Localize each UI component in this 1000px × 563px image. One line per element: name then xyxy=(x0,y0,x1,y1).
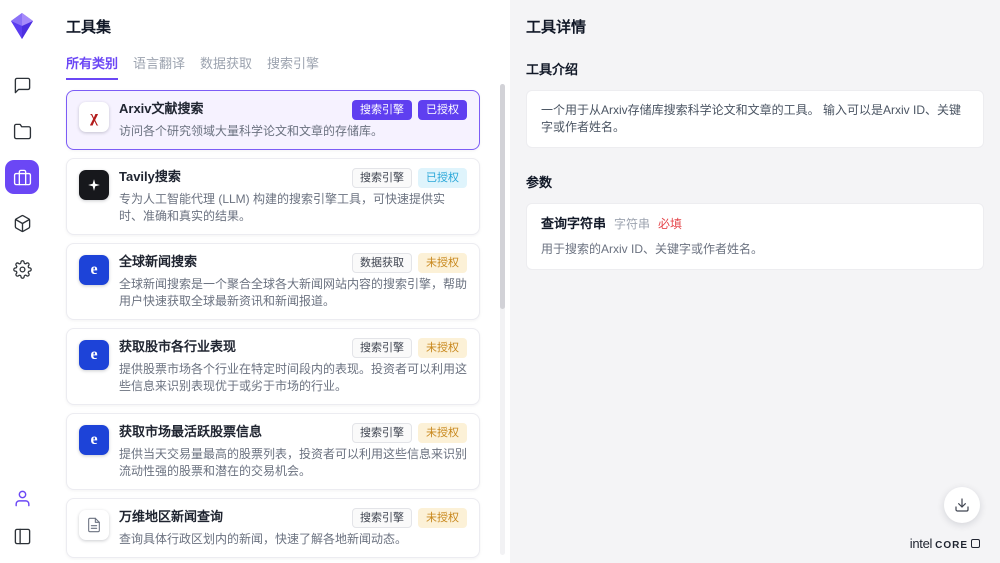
tool-title: Arxiv文献搜索 xyxy=(119,100,352,118)
auth-badge: 已授权 xyxy=(418,100,467,120)
tool-list-panel: 工具集 所有类别 语言翻译 数据获取 搜索引擎 χ Arxiv文献搜索 搜索引擎… xyxy=(44,0,510,563)
scrollbar-thumb[interactable] xyxy=(500,84,505,309)
app-window: 工具集 所有类别 语言翻译 数据获取 搜索引擎 χ Arxiv文献搜索 搜索引擎… xyxy=(0,0,1000,563)
category-badge: 搜索引擎 xyxy=(352,423,412,443)
tool-title: 全球新闻搜索 xyxy=(119,253,352,271)
param-name: 查询字符串 xyxy=(541,215,606,232)
tool-desc: 查询具体行政区划内的新闻，快速了解各地新闻动态。 xyxy=(119,531,467,548)
category-badge: 搜索引擎 xyxy=(352,168,412,188)
tool-card-regional-news[interactable]: 万维地区新闻查询 搜索引擎 未授权 查询具体行政区划内的新闻，快速了解各地新闻动… xyxy=(66,498,480,558)
category-badge: 数据获取 xyxy=(352,253,412,273)
tab-language-translation[interactable]: 语言翻译 xyxy=(133,53,185,80)
auth-badge: 未授权 xyxy=(418,423,467,443)
intro-text: 一个用于从Arxiv存储库搜索科学论文和文章的工具。 输入可以是Arxiv ID… xyxy=(541,103,961,134)
category-tabs: 所有类别 语言翻译 数据获取 搜索引擎 xyxy=(66,53,480,80)
tool-title: 获取市场最活跃股票信息 xyxy=(119,423,352,441)
auth-badge: 未授权 xyxy=(418,338,467,358)
tab-search-engine[interactable]: 搜索引擎 xyxy=(267,53,319,80)
tool-desc: 专为人工智能代理 (LLM) 构建的搜索引擎工具，可快速提供实时、准确和真实的结… xyxy=(119,191,467,225)
box-icon[interactable] xyxy=(5,206,39,240)
briefcase-icon[interactable] xyxy=(5,160,39,194)
auth-badge: 未授权 xyxy=(418,253,467,273)
auth-badge: 已授权 xyxy=(418,168,467,188)
category-badge: 搜索引擎 xyxy=(352,508,412,528)
tool-desc: 提供股票市场各个行业在特定时间段内的表现。投资者可以利用这些信息来识别表现优于或… xyxy=(119,361,467,395)
sparkle-icon xyxy=(79,170,109,200)
intro-card: 一个用于从Arxiv存储库搜索科学论文和文章的工具。 输入可以是Arxiv ID… xyxy=(526,90,984,148)
tool-title: 万维地区新闻查询 xyxy=(119,508,352,526)
stocks-app-icon: e xyxy=(79,425,109,455)
arxiv-icon: χ xyxy=(79,102,109,132)
download-icon xyxy=(954,497,970,513)
rail-bottom xyxy=(5,481,39,553)
param-required-badge: 必填 xyxy=(658,216,682,233)
user-icon[interactable] xyxy=(5,481,39,515)
document-icon xyxy=(79,510,109,540)
download-button[interactable] xyxy=(944,487,980,523)
app-logo-icon xyxy=(10,12,34,40)
app-rail xyxy=(0,0,44,563)
category-badge: 搜索引擎 xyxy=(352,338,412,358)
tool-card-tavily[interactable]: Tavily搜索 搜索引擎 已授权 专为人工智能代理 (LLM) 构建的搜索引擎… xyxy=(66,158,480,235)
chat-icon[interactable] xyxy=(5,68,39,102)
core-logo-text: CORE xyxy=(935,540,968,551)
category-badge: 搜索引擎 xyxy=(352,100,412,120)
tab-data-fetch[interactable]: 数据获取 xyxy=(200,53,252,80)
page-title: 工具集 xyxy=(66,16,480,37)
auth-badge: 未授权 xyxy=(418,508,467,528)
folder-icon[interactable] xyxy=(5,114,39,148)
tool-title: Tavily搜索 xyxy=(119,168,352,186)
intro-heading: 工具介绍 xyxy=(526,59,984,78)
params-heading: 参数 xyxy=(526,172,984,191)
intel-core-logo: intel CORE xyxy=(910,536,980,551)
tool-title: 获取股市各行业表现 xyxy=(119,338,352,356)
param-desc: 用于搜索的Arxiv ID、关键字或作者姓名。 xyxy=(541,241,969,258)
rail-nav xyxy=(5,68,39,286)
settings-icon[interactable] xyxy=(5,252,39,286)
detail-title: 工具详情 xyxy=(526,16,984,37)
core-badge-mark xyxy=(971,539,980,548)
list-scrollbar xyxy=(500,84,505,555)
tool-card-active-stocks[interactable]: e 获取市场最活跃股票信息 搜索引擎 未授权 提供当天交易量最高的股票列表，投资… xyxy=(66,413,480,490)
tool-desc: 全球新闻搜索是一个聚合全球各大新闻网站内容的搜索引擎，帮助用户快速获取全球最新资… xyxy=(119,276,467,310)
tool-card-global-news[interactable]: e 全球新闻搜索 数据获取 未授权 全球新闻搜索是一个聚合全球各大新闻网站内容的… xyxy=(66,243,480,320)
param-type: 字符串 xyxy=(614,216,650,233)
tool-detail-panel: 工具详情 工具介绍 一个用于从Arxiv存储库搜索科学论文和文章的工具。 输入可… xyxy=(510,0,1000,563)
param-card: 查询字符串 字符串 必填 用于搜索的Arxiv ID、关键字或作者姓名。 xyxy=(526,203,984,270)
tool-desc: 提供当天交易量最高的股票列表，投资者可以利用这些信息来识别流动性强的股票和潜在的… xyxy=(119,446,467,480)
tab-all-categories[interactable]: 所有类别 xyxy=(66,53,118,80)
tool-card-stock-sectors[interactable]: e 获取股市各行业表现 搜索引擎 未授权 提供股票市场各个行业在特定时间段内的表… xyxy=(66,328,480,405)
tool-list: χ Arxiv文献搜索 搜索引擎 已授权 访问各个研究领域大量科学论文和文章的存… xyxy=(66,90,480,558)
panel-left-icon[interactable] xyxy=(5,519,39,553)
tool-card-arxiv[interactable]: χ Arxiv文献搜索 搜索引擎 已授权 访问各个研究领域大量科学论文和文章的存… xyxy=(66,90,480,150)
stocks-app-icon: e xyxy=(79,340,109,370)
intel-logo-text: intel xyxy=(910,536,932,551)
tool-desc: 访问各个研究领域大量科学论文和文章的存储库。 xyxy=(119,123,467,140)
news-app-icon: e xyxy=(79,255,109,285)
